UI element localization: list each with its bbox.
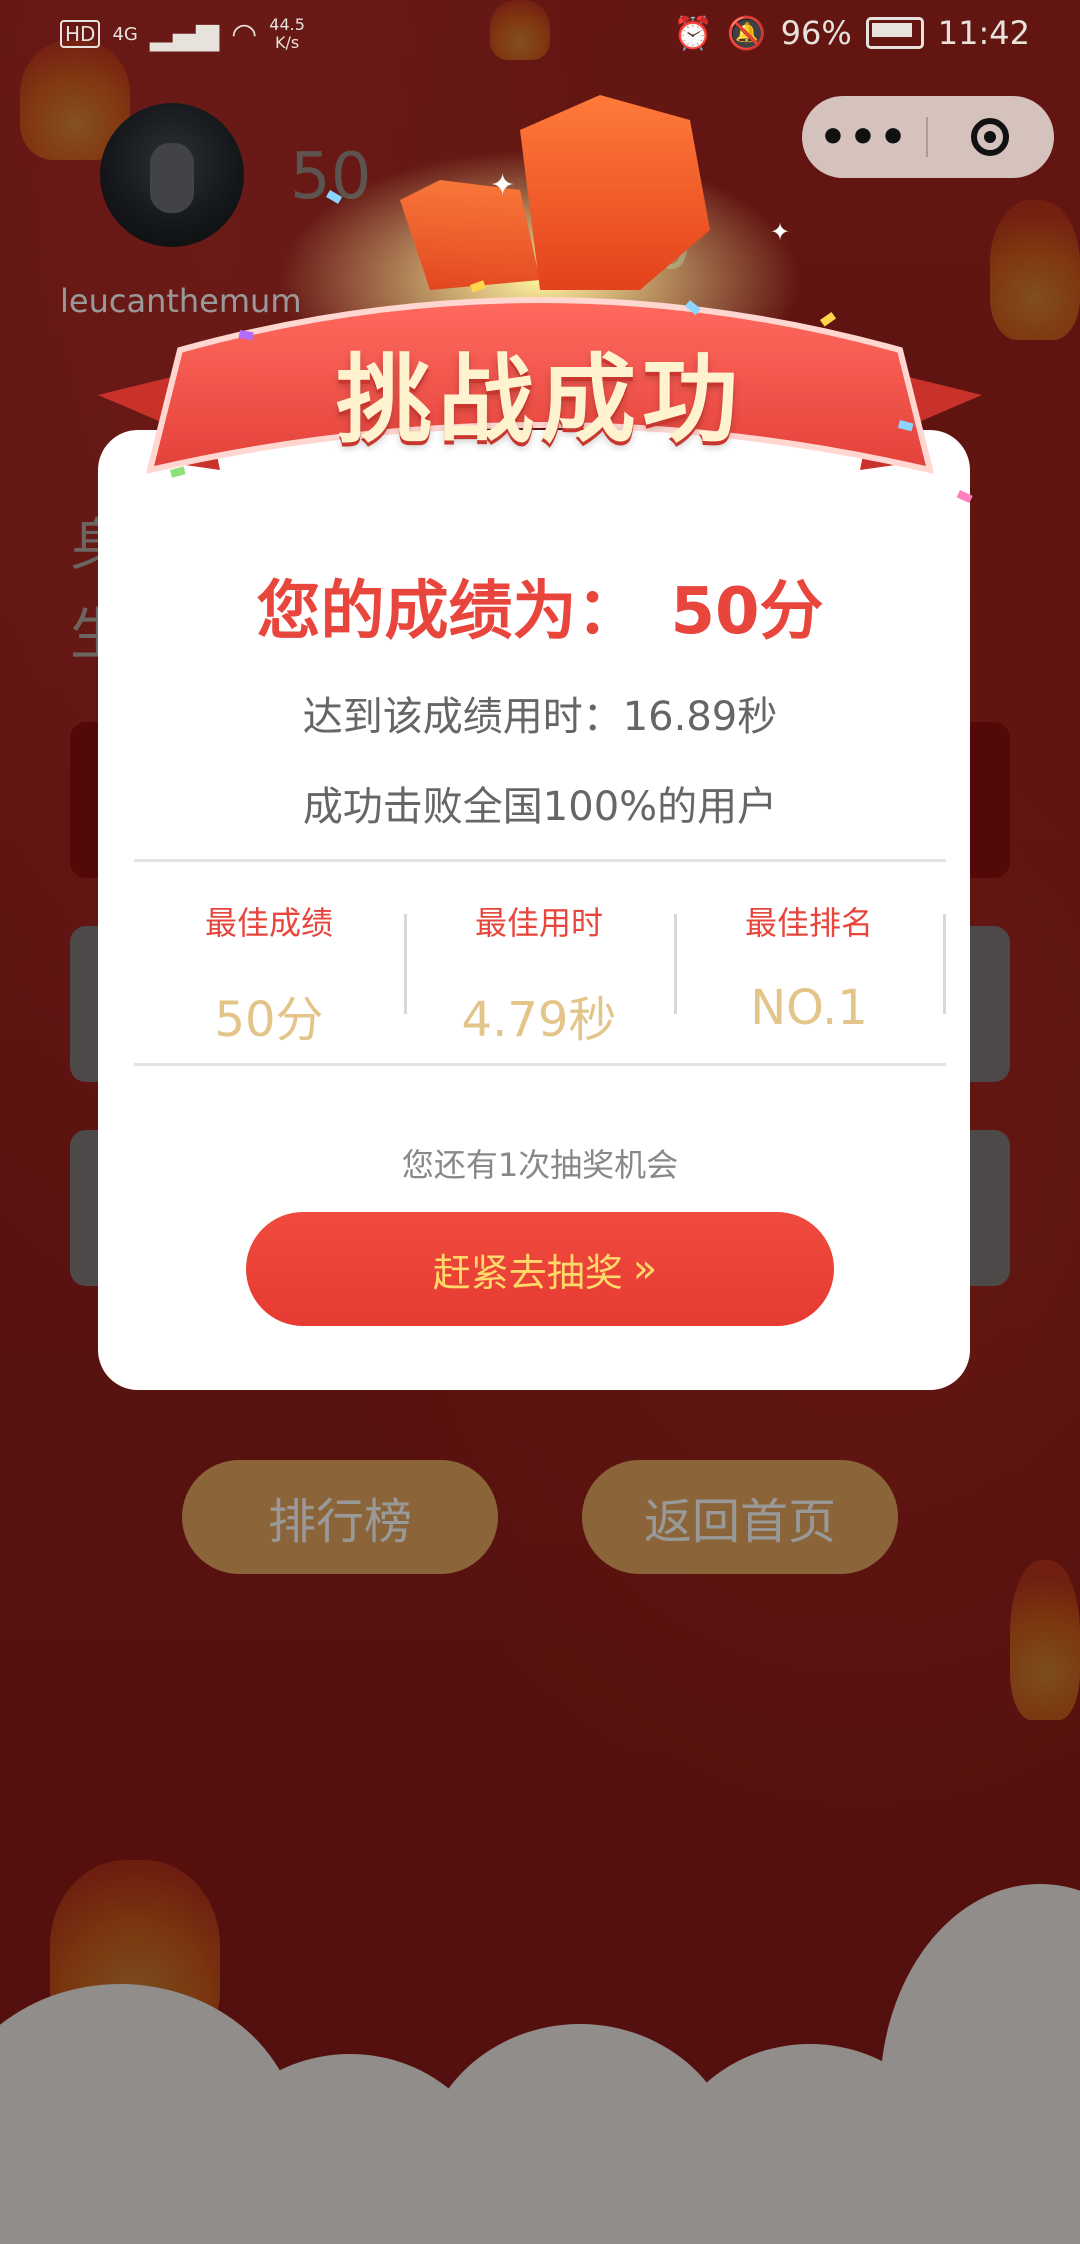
result-label: 您的成绩为： — [256, 575, 641, 649]
stat-divider — [404, 914, 407, 1014]
stat-label: 最佳排名 — [744, 904, 873, 942]
best-score-stat: 最佳成绩 50分 — [134, 890, 404, 1048]
stat-divider — [943, 914, 946, 1014]
best-stats: 最佳成绩 50分 最佳用时 4.79秒 最佳排名 NO.1 — [134, 890, 946, 1048]
result-score: 50分 — [670, 575, 824, 649]
lottery-chance-text: 您还有1次抽奖机会 — [401, 1146, 679, 1184]
result-line: 您的成绩为： 50分 — [0, 560, 1080, 652]
stat-label: 最佳用时 — [474, 904, 603, 942]
stat-value: 4.79秒 — [461, 992, 617, 1048]
best-rank-stat: 最佳排名 NO.1 — [674, 890, 944, 1040]
stat-value: NO.1 — [750, 980, 868, 1036]
best-time-stat: 最佳用时 4.79秒 — [404, 890, 674, 1048]
divider — [134, 1063, 946, 1066]
go-lottery-label: 赶紧去抽奖 — [432, 1250, 623, 1295]
success-title: 挑战成功 — [336, 344, 744, 456]
time-used-text: 达到该成绩用时：16.89秒 — [302, 694, 778, 740]
beat-percent-text: 成功击败全国100%的用户 — [302, 784, 778, 830]
divider — [134, 859, 946, 862]
svg-text:✦: ✦ — [490, 168, 515, 203]
svg-text:✦: ✦ — [770, 218, 790, 246]
go-lottery-button[interactable]: 赶紧去抽奖 » — [246, 1212, 834, 1326]
stat-label: 最佳成绩 — [204, 904, 333, 942]
stat-divider — [674, 914, 677, 1014]
stat-value: 50分 — [214, 992, 324, 1048]
double-chevron-right-icon: » — [632, 1246, 658, 1292]
